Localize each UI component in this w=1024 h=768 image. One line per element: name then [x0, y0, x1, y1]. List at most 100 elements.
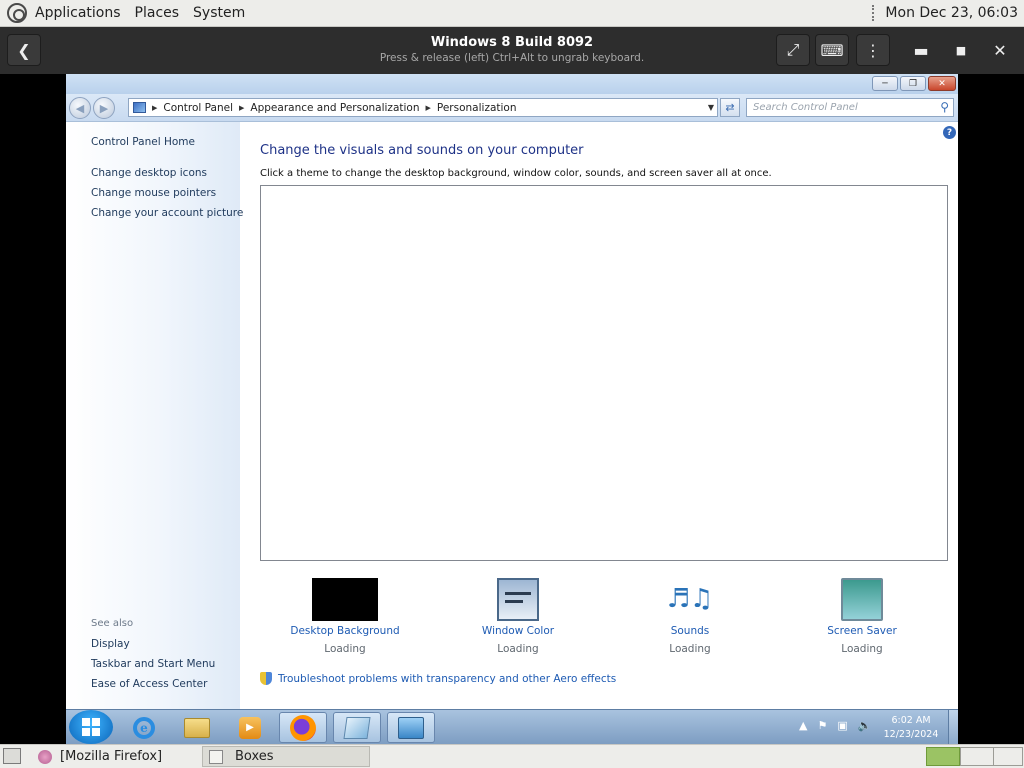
breadcrumb-arrow-icon[interactable]: ▶	[239, 104, 244, 112]
windows-logo-icon	[82, 718, 100, 736]
breadcrumb-arrow-icon[interactable]: ▶	[426, 104, 431, 112]
host-top-panel: Applications Places System Mon Dec 23, 0…	[0, 0, 1024, 27]
distro-logo-icon[interactable]	[7, 3, 27, 23]
breadcrumb-control-panel[interactable]: Control Panel	[163, 102, 233, 114]
taskbar-firefox[interactable]	[279, 712, 327, 743]
taskbar-app[interactable]	[333, 712, 381, 743]
action-center-flag-icon[interactable]: ⚑	[817, 719, 827, 732]
keyboard-icon: ⌨	[820, 40, 844, 60]
tile-label[interactable]: Desktop Background	[275, 625, 415, 637]
breadcrumb-appearance[interactable]: Appearance and Personalization	[250, 102, 419, 114]
control-panel-icon	[398, 716, 424, 739]
guest-clock[interactable]: 6:02 AM 12/23/2024	[876, 714, 946, 742]
tile-window-color[interactable]: Window Color Loading	[448, 578, 588, 655]
tile-label[interactable]: Screen Saver	[792, 625, 932, 637]
link-control-panel-home[interactable]: Control Panel Home	[91, 136, 195, 148]
back-arrow-icon: ◀	[75, 101, 85, 115]
tile-desktop-background[interactable]: Desktop Background Loading	[275, 578, 415, 655]
win-restore-button[interactable]: ❐	[900, 76, 926, 91]
breadcrumb-personalization[interactable]: Personalization	[437, 102, 517, 114]
tile-status: Loading	[669, 643, 711, 655]
tile-label[interactable]: Window Color	[448, 625, 588, 637]
chevron-down-icon[interactable]: ▼	[708, 103, 714, 112]
tile-status: Loading	[324, 643, 366, 655]
firefox-icon	[290, 714, 316, 741]
link-change-mouse-pointers[interactable]: Change mouse pointers	[91, 187, 216, 199]
desktop-background-icon	[312, 578, 378, 621]
taskbar-explorer[interactable]	[173, 712, 221, 743]
window-app-icon	[343, 716, 371, 739]
workspace-3[interactable]	[993, 747, 1023, 766]
forward-arrow-icon: ▶	[99, 101, 109, 115]
link-display[interactable]: Display	[91, 638, 130, 650]
link-ease-of-access[interactable]: Ease of Access Center	[91, 678, 207, 690]
tile-sounds[interactable]: ♬♫ Sounds Loading	[620, 578, 760, 655]
address-bar[interactable]: ▶ Control Panel ▶ Appearance and Persona…	[128, 98, 718, 117]
task-firefox[interactable]: [Mozilla Firefox]	[32, 746, 200, 767]
start-button[interactable]	[69, 710, 113, 744]
menu-button[interactable]: ⋮	[856, 34, 890, 66]
breadcrumb-arrow-icon[interactable]: ▶	[152, 104, 157, 112]
minimize-icon: ─	[882, 78, 888, 89]
theme-list[interactable]	[260, 185, 948, 561]
workspace-2[interactable]	[960, 747, 994, 766]
tile-label[interactable]: Sounds	[620, 625, 760, 637]
host-bottom-panel: [Mozilla Firefox] Boxes	[0, 744, 1024, 768]
show-desktop-button[interactable]	[948, 710, 958, 744]
internet-explorer-icon: e	[133, 716, 155, 739]
taskbar-media-player[interactable]: ▶	[226, 712, 274, 743]
boxes-header-bar: ❮ Windows 8 Build 8092 Press & release (…	[0, 27, 1024, 74]
firefox-icon	[38, 749, 52, 764]
close-icon: ✕	[938, 78, 946, 89]
search-input[interactable]: Search Control Panel ⚲	[746, 98, 954, 117]
panel-clock[interactable]: Mon Dec 23, 06:03	[885, 5, 1018, 21]
close-button[interactable]: ✕	[983, 34, 1017, 66]
tile-screen-saver[interactable]: Screen Saver Loading	[792, 578, 932, 655]
boxes-app-icon	[209, 749, 223, 764]
volume-icon[interactable]: 🔈	[858, 719, 872, 732]
taskbar-control-panel[interactable]	[387, 712, 435, 743]
back-button[interactable]: ❮	[7, 34, 41, 66]
refresh-button[interactable]: ⇄	[720, 98, 740, 117]
link-change-desktop-icons[interactable]: Change desktop icons	[91, 167, 207, 179]
maximize-button[interactable]: ■	[944, 34, 978, 66]
guest-taskbar: e ▶ ▲ ⚑ ▣ 🔈 6:02 AM 12/23/2024	[66, 709, 958, 744]
guest-date: 12/23/2024	[883, 729, 939, 740]
close-icon: ✕	[993, 40, 1007, 60]
nav-back-button[interactable]: ◀	[69, 97, 91, 119]
help-icon[interactable]: ?	[943, 126, 956, 139]
left-pane: Control Panel Home Change desktop icons …	[66, 122, 243, 709]
maximize-icon: ■	[955, 43, 967, 57]
window-caption-bar[interactable]: ─ ❐ ✕	[66, 74, 958, 94]
win-minimize-button[interactable]: ─	[872, 76, 898, 91]
minimize-button[interactable]: ▬	[904, 34, 938, 66]
tray-expand-icon[interactable]: ▲	[799, 719, 807, 732]
link-change-account-picture[interactable]: Change your account picture	[91, 207, 243, 219]
vm-display[interactable]: ─ ❐ ✕ ◀ ▶ ▶ Control Panel ▶ Appearance a…	[66, 74, 958, 744]
keyboard-button[interactable]: ⌨	[815, 34, 849, 66]
menu-applications[interactable]: Applications	[35, 5, 121, 21]
network-icon[interactable]: ▣	[837, 719, 847, 732]
screen-saver-icon	[841, 578, 883, 621]
troubleshoot-link[interactable]: Troubleshoot problems with transparency …	[260, 672, 616, 685]
page-subtitle: Click a theme to change the desktop back…	[260, 168, 772, 179]
system-tray: ▲ ⚑ ▣ 🔈	[799, 719, 871, 732]
menu-places[interactable]: Places	[135, 5, 180, 21]
workspace-1[interactable]	[926, 747, 960, 766]
search-icon[interactable]: ⚲	[940, 100, 949, 114]
show-desktop-icon[interactable]	[3, 748, 21, 764]
menu-system[interactable]: System	[193, 5, 245, 21]
task-label: [Mozilla Firefox]	[60, 749, 163, 764]
nav-forward-button[interactable]: ▶	[93, 97, 115, 119]
see-also-heading: See also	[91, 618, 134, 629]
task-label: Boxes	[235, 749, 274, 764]
win-close-button[interactable]: ✕	[928, 76, 956, 91]
fullscreen-button[interactable]: ⤢	[776, 34, 810, 66]
task-boxes[interactable]: Boxes	[202, 746, 370, 767]
ungrab-hint: Press & release (left) Ctrl+Alt to ungra…	[379, 52, 645, 64]
menu-dots-icon: ⋮	[865, 40, 881, 60]
link-taskbar-start-menu[interactable]: Taskbar and Start Menu	[91, 658, 215, 670]
taskbar-internet-explorer[interactable]: e	[120, 712, 168, 743]
troubleshoot-link-text[interactable]: Troubleshoot problems with transparency …	[278, 673, 616, 685]
search-placeholder: Search Control Panel	[753, 102, 858, 113]
